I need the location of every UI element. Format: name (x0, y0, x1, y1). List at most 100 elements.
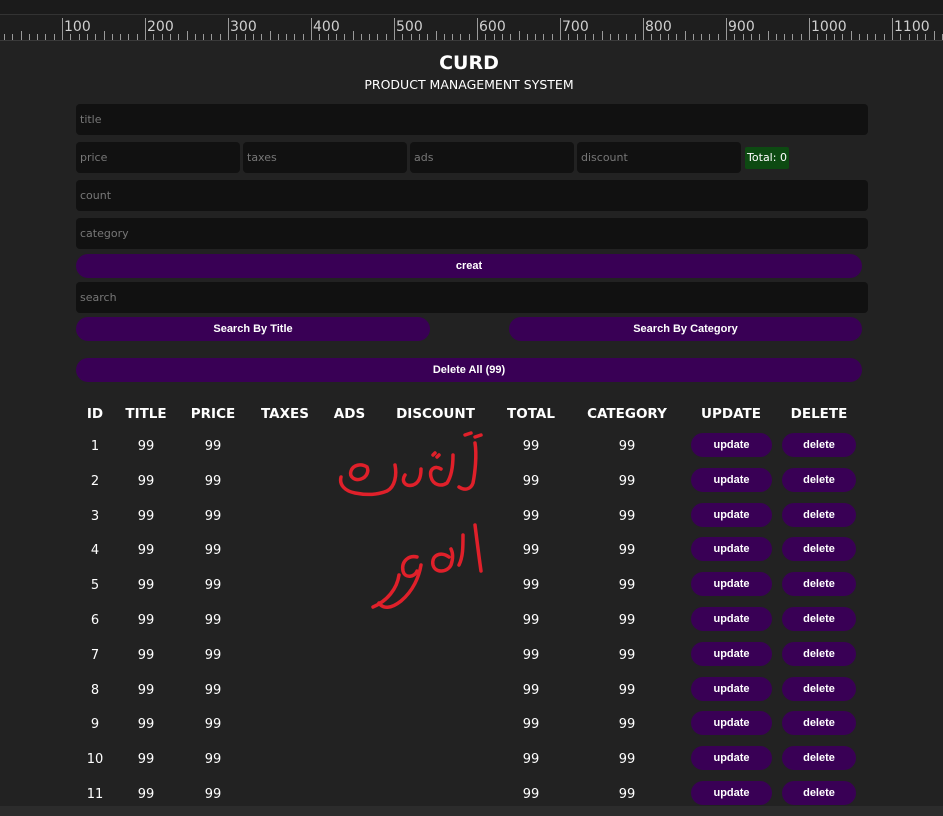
discount-input[interactable] (577, 142, 741, 173)
header-delete: DELETE (790, 406, 848, 422)
ruler-tick (311, 18, 312, 40)
ruler-tick (709, 34, 711, 40)
delete-button[interactable]: delete (782, 433, 856, 457)
cell-total: 99 (522, 647, 540, 663)
cell-price: 99 (204, 682, 222, 698)
ads-input[interactable] (410, 142, 574, 173)
update-button[interactable]: update (691, 711, 772, 736)
search-input[interactable] (76, 282, 868, 313)
delete-button[interactable]: delete (782, 467, 856, 492)
update-button[interactable]: update (691, 537, 772, 562)
ruler-tick (460, 34, 462, 40)
cell-title: 99 (137, 717, 155, 733)
ruler-tick (518, 31, 520, 40)
ruler-tick (858, 34, 860, 40)
ruler-tick (344, 34, 346, 40)
cell-title: 99 (137, 647, 155, 663)
cell-title: 99 (137, 543, 155, 559)
count-input[interactable] (76, 180, 868, 211)
ruler-tick (892, 18, 893, 40)
ruler-tick (626, 34, 628, 40)
cell-title: 99 (137, 752, 155, 768)
ruler-tick (211, 34, 213, 40)
cell-category: 99 (618, 613, 636, 628)
delete-button[interactable]: delete (782, 676, 856, 701)
ruler-tick (261, 34, 263, 40)
cell-total: 99 (522, 473, 540, 489)
cell-title: 99 (137, 508, 155, 524)
cell-id: 4 (90, 543, 100, 559)
delete-button[interactable]: delete (782, 537, 856, 562)
taxes-input[interactable] (243, 142, 407, 173)
update-button[interactable]: update (691, 746, 772, 771)
update-button[interactable]: update (691, 572, 772, 597)
search-by-title-button[interactable]: Search By Title (76, 317, 430, 341)
delete-button[interactable]: delete (782, 607, 856, 631)
ruler-tick (933, 31, 935, 40)
delete-button[interactable]: delete (782, 641, 856, 666)
ruler-tick (360, 34, 362, 40)
cell-category: 99 (618, 682, 636, 698)
cell-category: 99 (618, 439, 636, 454)
title-input[interactable] (76, 104, 868, 135)
cell-category: 99 (618, 508, 636, 524)
cell-category: 99 (618, 578, 636, 594)
cell-id: 11 (86, 787, 104, 802)
update-button[interactable]: update (691, 502, 772, 527)
handwritten-annotation-image (338, 431, 483, 609)
ruler-tick (477, 18, 478, 40)
ruler-tick (867, 34, 869, 40)
cell-id: 6 (90, 613, 100, 628)
cell-total: 99 (522, 717, 540, 733)
delete-button[interactable]: delete (782, 746, 856, 771)
cell-price: 99 (204, 647, 222, 663)
update-button[interactable]: update (691, 676, 772, 701)
ruler-tick (219, 34, 221, 40)
price-input[interactable] (76, 142, 240, 173)
update-button[interactable]: update (691, 433, 772, 457)
ruler-tick (543, 34, 545, 40)
ruler-tick (551, 34, 553, 40)
ruler-tick (618, 34, 620, 40)
cell-id: 2 (90, 473, 100, 489)
ruler-tick (294, 34, 296, 40)
create-button[interactable]: creat (76, 254, 862, 278)
ruler-tick (194, 34, 196, 40)
horizontal-scrollbar[interactable] (0, 806, 943, 816)
delete-all-button[interactable]: Delete All (99) (76, 358, 862, 382)
ruler-tick (95, 34, 97, 40)
ruler-tick (3, 34, 5, 40)
delete-button[interactable]: delete (782, 781, 856, 805)
ruler-tick (369, 34, 371, 40)
ruler-label: 800 (645, 19, 672, 35)
ruler-tick (875, 34, 877, 40)
cell-category: 99 (618, 543, 636, 559)
ruler-tick (111, 34, 113, 40)
ruler-tick (28, 34, 30, 40)
update-button[interactable]: update (691, 641, 772, 666)
cell-price: 99 (204, 752, 222, 768)
update-button[interactable]: update (691, 467, 772, 492)
cell-total: 99 (522, 439, 540, 454)
delete-button[interactable]: delete (782, 711, 856, 736)
ruler-tick (62, 18, 63, 40)
ruler-tick (136, 34, 138, 40)
update-button[interactable]: update (691, 607, 772, 631)
category-input[interactable] (76, 218, 868, 249)
cell-category: 99 (618, 787, 636, 802)
delete-button[interactable]: delete (782, 572, 856, 597)
search-by-category-button[interactable]: Search By Category (509, 317, 862, 341)
header-id: ID (86, 406, 104, 422)
cell-id: 8 (90, 682, 100, 698)
delete-button[interactable]: delete (782, 502, 856, 527)
cell-total: 99 (522, 613, 540, 628)
ruler-tick (775, 34, 777, 40)
ruler-tick (759, 34, 761, 40)
update-button[interactable]: update (691, 781, 772, 805)
cell-category: 99 (618, 717, 636, 733)
cell-title: 99 (137, 787, 155, 802)
ruler-label: 1000 (811, 19, 847, 35)
cell-price: 99 (204, 717, 222, 733)
ruler-tick (377, 34, 379, 40)
ruler-tick (601, 31, 603, 40)
